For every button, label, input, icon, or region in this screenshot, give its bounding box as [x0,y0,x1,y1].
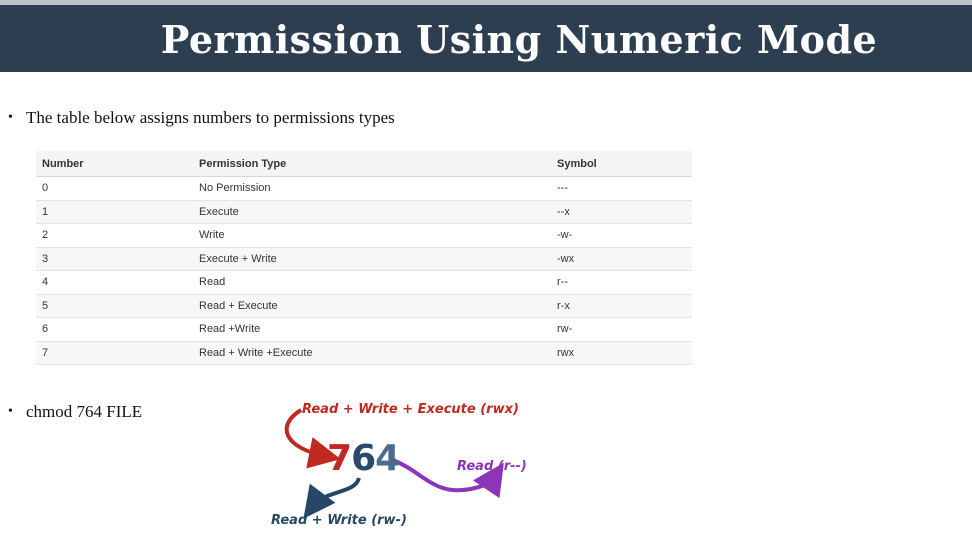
cell-permission-type: Execute [193,200,551,224]
table-header-row: Number Permission Type Symbol [36,151,692,177]
other-permission-label: Read (r--) [457,459,527,474]
owner-permission-label: Read + Write + Execute (rwx) [302,402,519,417]
bullet-item: • chmod 764 FILE [8,402,142,422]
cell-permission-type: Read +Write [193,317,551,342]
cell-permission-type: Read [193,270,551,295]
cell-symbol: --x [551,200,692,224]
table-row: 6 Read +Write rw- [36,317,692,342]
cell-permission-type: Read + Execute [193,294,551,318]
chmod-digits: 764 [327,438,400,479]
table-row: 0 No Permission --- [36,176,692,201]
slide-title: Permission Using Numeric Mode [160,17,878,62]
cell-number: 3 [36,247,193,271]
table-row: 5 Read + Execute r-x [36,294,692,318]
column-header-symbol: Symbol [551,151,692,177]
cell-number: 2 [36,223,193,248]
table-row: 4 Read r-- [36,270,692,295]
cell-permission-type: No Permission [193,176,551,201]
chmod-764-diagram: Read + Write + Execute (rwx) 764 Read (r… [265,398,565,538]
bullet-text: The table below assigns numbers to permi… [26,108,395,127]
owner-digit: 7 [327,438,352,479]
group-digit: 6 [351,438,376,479]
cell-permission-type: Write [193,223,551,248]
cell-symbol: rw- [551,317,692,342]
bullet-icon: • [8,404,13,419]
cell-symbol: --- [551,176,692,201]
cell-number: 1 [36,200,193,224]
table-row: 7 Read + Write +Execute rwx [36,341,692,365]
bullet-icon: • [8,110,13,125]
cell-symbol: -w- [551,223,692,248]
table-row: 1 Execute --x [36,200,692,224]
cell-permission-type: Execute + Write [193,247,551,271]
table-row: 3 Execute + Write -wx [36,247,692,271]
cell-permission-type: Read + Write +Execute [193,341,551,365]
other-digit: 4 [375,438,400,479]
group-permission-label: Read + Write (rw-) [271,513,407,528]
bullet-text: chmod 764 FILE [26,402,143,421]
cell-symbol: r-x [551,294,692,318]
slide-header: Permission Using Numeric Mode [0,5,972,72]
cell-number: 5 [36,294,193,318]
cell-number: 6 [36,317,193,342]
column-header-permission-type: Permission Type [193,151,551,177]
permission-table: Number Permission Type Symbol 0 No Permi… [36,151,692,365]
cell-symbol: r-- [551,270,692,295]
cell-number: 7 [36,341,193,365]
table-row: 2 Write -w- [36,223,692,248]
bullet-item: • The table below assigns numbers to per… [8,108,395,128]
cell-symbol: rwx [551,341,692,365]
column-header-number: Number [36,151,193,177]
cell-number: 0 [36,176,193,201]
arrow-group [303,477,361,519]
cell-number: 4 [36,270,193,295]
cell-symbol: -wx [551,247,692,271]
